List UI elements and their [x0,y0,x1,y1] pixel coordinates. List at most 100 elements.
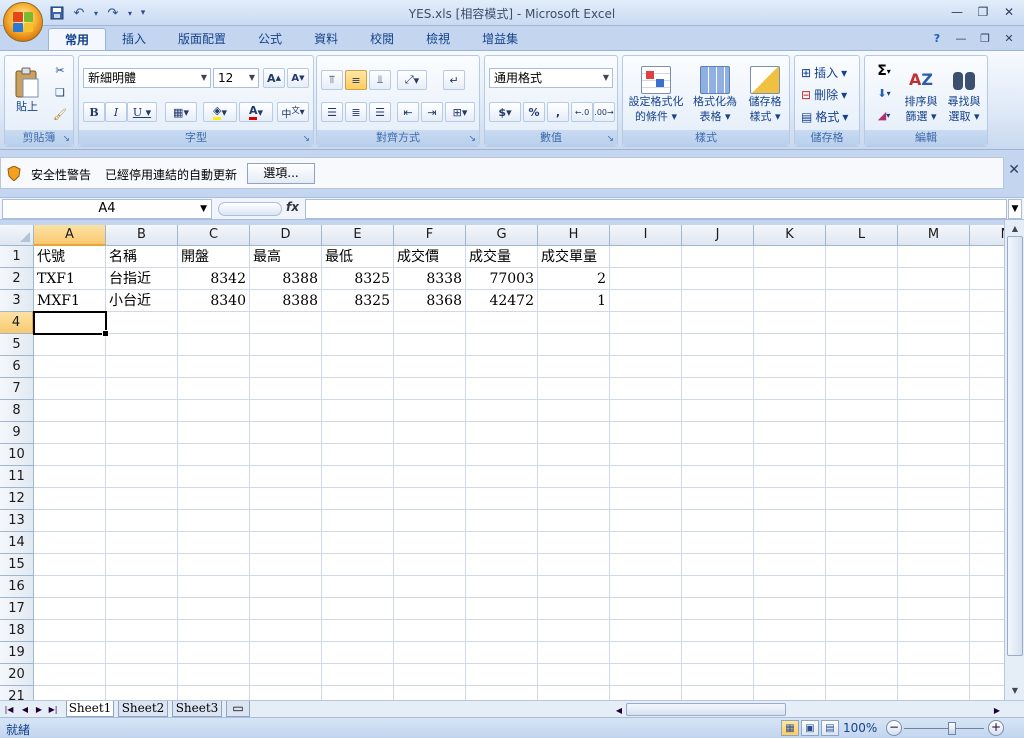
cell-m9[interactable] [898,422,970,444]
cell-m15[interactable] [898,554,970,576]
tab-page-layout[interactable]: 版面配置 [162,28,242,50]
next-sheet-icon[interactable]: ▶ [32,702,46,716]
cell-i11[interactable] [610,466,682,488]
row-header-15[interactable]: 15 [0,554,34,576]
cell-b11[interactable] [106,466,178,488]
column-header-b[interactable]: B [106,225,178,246]
cell-b8[interactable] [106,400,178,422]
insert-cells-button[interactable]: ⊞ 插入 ▾ [801,64,847,81]
column-header-m[interactable]: M [898,225,970,246]
cell-e16[interactable] [322,576,394,598]
cell-d11[interactable] [250,466,322,488]
cell-e5[interactable] [322,334,394,356]
cell-h2[interactable]: 2 [538,268,610,290]
cell-j14[interactable] [682,532,754,554]
cell-m4[interactable] [898,312,970,334]
cell-b5[interactable] [106,334,178,356]
cell-d19[interactable] [250,642,322,664]
cell-m3[interactable] [898,290,970,312]
cell-a15[interactable] [34,554,106,576]
increase-decimal-button[interactable]: ←.0 [571,102,593,122]
cell-h14[interactable] [538,532,610,554]
grow-font-button[interactable]: A ▲ [263,68,285,88]
cell-d5[interactable] [250,334,322,356]
cell-f2[interactable]: 8338 [394,268,466,290]
cell-n4[interactable] [970,312,1004,334]
cell-l21[interactable] [826,686,898,700]
cell-n8[interactable] [970,400,1004,422]
column-header-k[interactable]: K [754,225,826,246]
tab-view[interactable]: 檢視 [410,28,466,50]
shrink-font-button[interactable]: A ▼ [287,68,309,88]
cell-l11[interactable] [826,466,898,488]
currency-button[interactable]: $ ▾ [489,102,521,122]
cell-k13[interactable] [754,510,826,532]
column-header-j[interactable]: J [682,225,754,246]
cell-k1[interactable] [754,246,826,268]
cell-c2[interactable]: 8342 [178,268,250,290]
cell-g10[interactable] [466,444,538,466]
cell-c15[interactable] [178,554,250,576]
column-header-e[interactable]: E [322,225,394,246]
cell-a5[interactable] [34,334,106,356]
row-header-18[interactable]: 18 [0,620,34,642]
workbook-close-icon[interactable]: ✕ [998,30,1020,46]
cell-d13[interactable] [250,510,322,532]
cell-e1[interactable]: 最低 [322,246,394,268]
cell-n9[interactable] [970,422,1004,444]
row-header-8[interactable]: 8 [0,400,34,422]
row-header-14[interactable]: 14 [0,532,34,554]
cell-j2[interactable] [682,268,754,290]
row-header-10[interactable]: 10 [0,444,34,466]
cell-j4[interactable] [682,312,754,334]
cell-b4[interactable] [106,312,178,334]
cell-k16[interactable] [754,576,826,598]
cell-n3[interactable] [970,290,1004,312]
cell-f1[interactable]: 成交價 [394,246,466,268]
cell-n1[interactable] [970,246,1004,268]
cell-i16[interactable] [610,576,682,598]
select-all-button[interactable] [0,225,34,246]
cell-h21[interactable] [538,686,610,700]
cell-b10[interactable] [106,444,178,466]
cell-h5[interactable] [538,334,610,356]
row-header-6[interactable]: 6 [0,356,34,378]
cell-l2[interactable] [826,268,898,290]
cell-i2[interactable] [610,268,682,290]
name-box[interactable]: A4 ▼ [2,199,212,219]
cell-j9[interactable] [682,422,754,444]
cell-l9[interactable] [826,422,898,444]
row-header-1[interactable]: 1 [0,246,34,268]
cell-l4[interactable] [826,312,898,334]
cell-d17[interactable] [250,598,322,620]
close-icon[interactable]: ✕ [996,2,1022,22]
cell-a9[interactable] [34,422,106,444]
cell-i13[interactable] [610,510,682,532]
cell-a6[interactable] [34,356,106,378]
cell-m8[interactable] [898,400,970,422]
cell-j8[interactable] [682,400,754,422]
cell-l20[interactable] [826,664,898,686]
cell-i1[interactable] [610,246,682,268]
cell-a13[interactable] [34,510,106,532]
zoom-slider-thumb[interactable] [948,722,956,735]
cell-e17[interactable] [322,598,394,620]
cell-n13[interactable] [970,510,1004,532]
security-bar-close-icon[interactable]: ✕ [1008,162,1020,178]
cell-j6[interactable] [682,356,754,378]
cell-m12[interactable] [898,488,970,510]
cell-b2[interactable]: 台指近 [106,268,178,290]
cell-k5[interactable] [754,334,826,356]
cell-d4[interactable] [250,312,322,334]
decrease-decimal-button[interactable]: .00→ [593,102,615,122]
cell-h17[interactable] [538,598,610,620]
cell-g8[interactable] [466,400,538,422]
cell-e14[interactable] [322,532,394,554]
cell-i7[interactable] [610,378,682,400]
cell-m11[interactable] [898,466,970,488]
row-header-19[interactable]: 19 [0,642,34,664]
help-icon[interactable]: ? [926,30,948,46]
cell-e20[interactable] [322,664,394,686]
cell-a8[interactable] [34,400,106,422]
cell-j19[interactable] [682,642,754,664]
